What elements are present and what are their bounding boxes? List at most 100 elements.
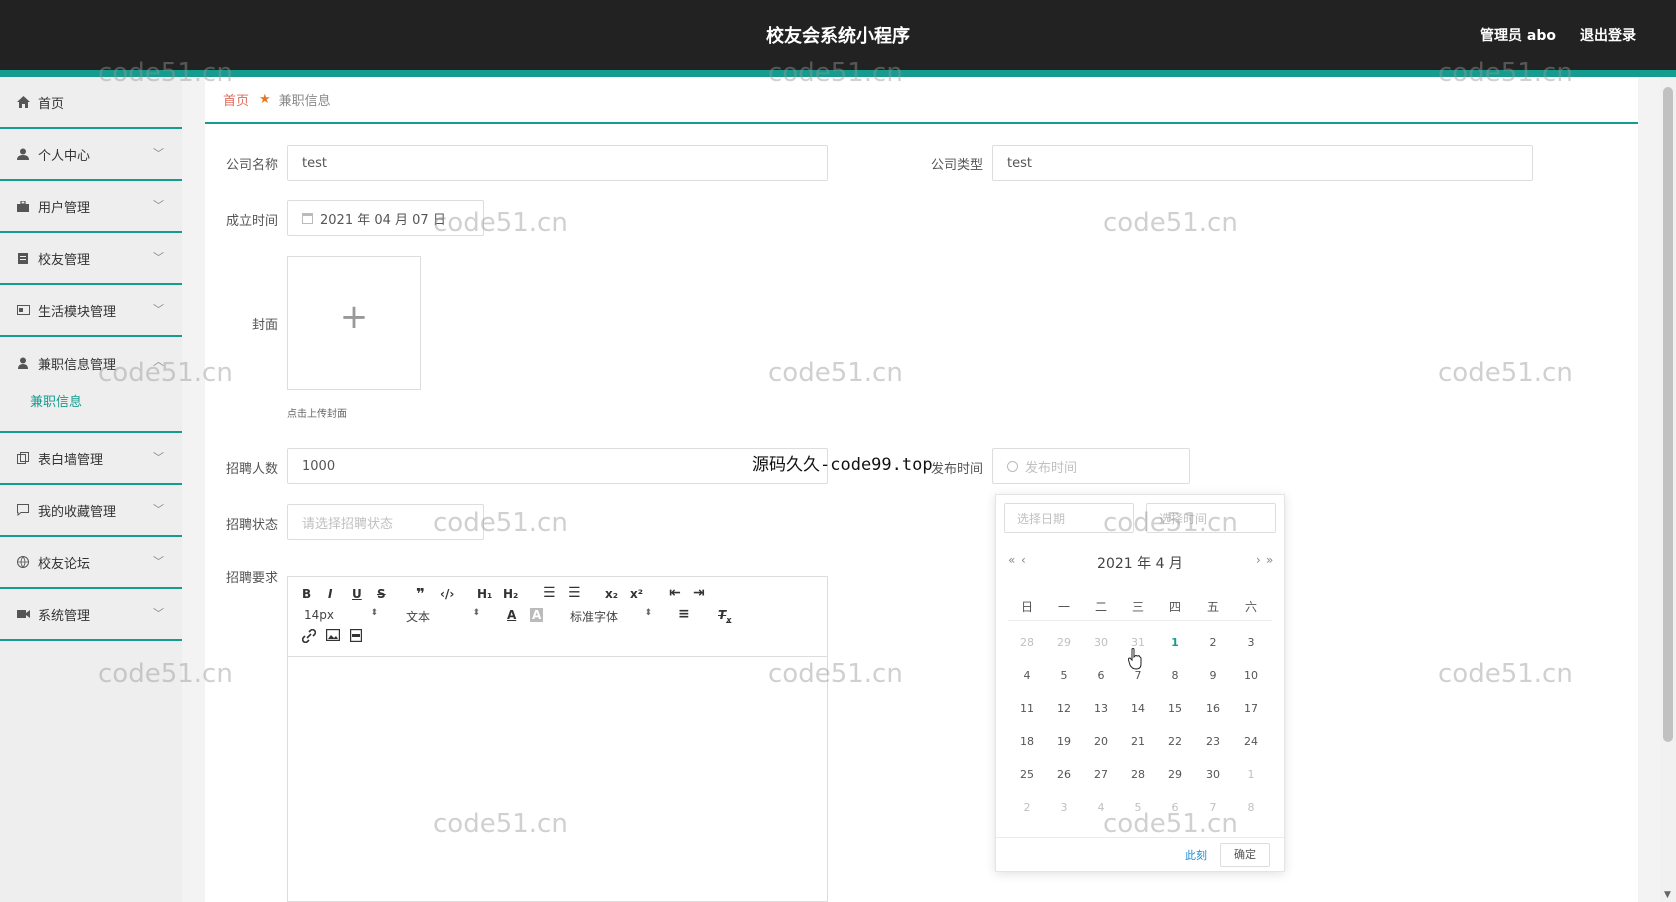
scrollbar-thumb[interactable] <box>1663 87 1673 742</box>
strike-icon[interactable]: S <box>377 587 386 601</box>
calendar-day[interactable]: 8 <box>1232 801 1270 814</box>
calendar-day[interactable]: 28 <box>1119 768 1157 781</box>
calendar-day[interactable]: 26 <box>1045 768 1083 781</box>
company-type-input[interactable]: test <box>992 145 1533 181</box>
align-icon[interactable]: ≡ <box>678 606 690 622</box>
calendar-day[interactable]: 15 <box>1156 702 1194 715</box>
scroll-down-icon[interactable]: ▼ <box>1664 890 1671 900</box>
sidebar-subitem-parttime-info[interactable]: 兼职信息 <box>0 389 182 433</box>
next-year-icon[interactable]: » <box>1266 553 1273 567</box>
calendar-day[interactable]: 4 <box>1008 669 1046 682</box>
publish-time-input[interactable]: 发布时间 <box>992 448 1190 484</box>
sidebar-item-home[interactable]: 首页 <box>0 77 182 129</box>
sidebar-item-confession-wall[interactable]: 表白墙管理 ﹀ <box>0 433 182 485</box>
copy-icon <box>16 451 30 465</box>
calendar-day[interactable]: 28 <box>1008 636 1046 649</box>
text-color-icon[interactable]: A <box>507 608 516 622</box>
calendar-day[interactable]: 13 <box>1082 702 1120 715</box>
calendar-day[interactable]: 17 <box>1232 702 1270 715</box>
next-month-icon[interactable]: › <box>1256 553 1261 567</box>
calendar-day[interactable]: 6 <box>1082 669 1120 682</box>
h1-icon[interactable]: H₁ <box>477 587 492 601</box>
clear-format-icon[interactable]: Tx <box>718 608 731 624</box>
calendar-day[interactable]: 5 <box>1119 801 1157 814</box>
calendar-day[interactable]: 1 <box>1232 768 1270 781</box>
calendar-day[interactable]: 30 <box>1082 636 1120 649</box>
calendar-day[interactable]: 30 <box>1194 768 1232 781</box>
breadcrumb-home[interactable]: 首页 <box>223 90 249 109</box>
bullet-list-icon[interactable]: ☰ <box>568 585 581 601</box>
founded-date-input[interactable]: 2021 年 04 月 07 日 <box>287 200 484 236</box>
calendar-day[interactable]: 2 <box>1194 636 1232 649</box>
font-family-select[interactable]: 标准字体 ⬍ <box>570 608 652 624</box>
sidebar-item-user-management[interactable]: 用户管理 ﹀ <box>0 181 182 233</box>
sidebar-item-personal-center[interactable]: 个人中心 ﹀ <box>0 129 182 181</box>
calendar-day[interactable]: 22 <box>1156 735 1194 748</box>
h2-icon[interactable]: H₂ <box>503 587 518 601</box>
logout-button[interactable]: 退出登录 <box>1580 25 1636 45</box>
sidebar-item-system-management[interactable]: 系统管理 ﹀ <box>0 589 182 641</box>
calendar-day[interactable]: 23 <box>1194 735 1232 748</box>
calendar-day[interactable]: 7 <box>1119 669 1157 682</box>
calendar-day[interactable]: 19 <box>1045 735 1083 748</box>
calendar-day[interactable]: 27 <box>1082 768 1120 781</box>
calendar-day[interactable]: 3 <box>1045 801 1083 814</box>
calendar-day[interactable]: 11 <box>1008 702 1046 715</box>
requirements-label: 招聘要求 <box>225 571 278 586</box>
sidebar-item-label: 校友管理 <box>38 252 91 268</box>
calendar-day[interactable]: 29 <box>1156 768 1194 781</box>
superscript-icon[interactable]: x² <box>630 587 643 601</box>
calendar-day[interactable]: 21 <box>1119 735 1157 748</box>
sidebar-item-life-module[interactable]: 生活模块管理 ﹀ <box>0 285 182 337</box>
calendar-day[interactable]: 4 <box>1082 801 1120 814</box>
calendar-day[interactable]: 5 <box>1045 669 1083 682</box>
font-size-select[interactable]: 14px ⬍ <box>304 608 378 624</box>
background-color-icon[interactable]: A <box>530 608 544 622</box>
top-bar: 校友会系统小程序 管理员 abo 退出登录 <box>0 0 1676 70</box>
image-icon[interactable] <box>325 628 341 644</box>
page-scrollbar[interactable]: ▼ <box>1660 77 1676 902</box>
cover-upload[interactable]: + <box>287 256 421 390</box>
sidebar-item-alumni-management[interactable]: 校友管理 ﹀ <box>0 233 182 285</box>
code-icon[interactable]: ‹/› <box>440 587 454 601</box>
calendar-day[interactable]: 10 <box>1232 669 1270 682</box>
bold-icon[interactable]: B <box>302 587 311 601</box>
calendar-day[interactable]: 24 <box>1232 735 1270 748</box>
text-type-select[interactable]: 文本 ⬍ <box>406 608 480 624</box>
subscript-icon[interactable]: x₂ <box>605 587 618 601</box>
weekday-label: 四 <box>1168 600 1181 614</box>
now-button[interactable]: 此刻 <box>1185 847 1207 863</box>
underline-icon[interactable]: U <box>352 587 362 601</box>
outdent-icon[interactable]: ⇤ <box>669 585 681 601</box>
calendar-day[interactable]: 25 <box>1008 768 1046 781</box>
quote-icon[interactable]: ❞ <box>416 585 425 603</box>
calendar-day[interactable]: 3 <box>1232 636 1270 649</box>
confirm-button[interactable]: 确定 <box>1220 843 1270 867</box>
picker-time-input[interactable]: 选择时间 <box>1146 503 1276 533</box>
sidebar-item-parttime-management[interactable]: 兼职信息管理 ︿ <box>0 337 182 389</box>
calendar-day[interactable]: 12 <box>1045 702 1083 715</box>
hand-cursor-icon <box>1128 648 1142 670</box>
calendar-day[interactable]: 6 <box>1156 801 1194 814</box>
sidebar-item-alumni-forum[interactable]: 校友论坛 ﹀ <box>0 537 182 589</box>
calendar-day[interactable]: 29 <box>1045 636 1083 649</box>
link-icon[interactable] <box>301 628 317 646</box>
calendar-day[interactable]: 8 <box>1156 669 1194 682</box>
recruit-status-select[interactable]: 请选择招聘状态 <box>287 504 484 540</box>
calendar-day[interactable]: 1 <box>1156 636 1194 649</box>
calendar-day[interactable]: 18 <box>1008 735 1046 748</box>
calendar-day[interactable]: 9 <box>1194 669 1232 682</box>
indent-icon[interactable]: ⇥ <box>693 585 705 601</box>
recruit-count-input[interactable]: 1000 <box>287 448 828 484</box>
calendar-day[interactable]: 7 <box>1194 801 1232 814</box>
calendar-day[interactable]: 14 <box>1119 702 1157 715</box>
calendar-day[interactable]: 20 <box>1082 735 1120 748</box>
calendar-day[interactable]: 2 <box>1008 801 1046 814</box>
sidebar-item-favorites[interactable]: 我的收藏管理 ﹀ <box>0 485 182 537</box>
calendar-day[interactable]: 16 <box>1194 702 1232 715</box>
ordered-list-icon[interactable]: ☰ <box>543 585 556 601</box>
picker-date-input[interactable]: 选择日期 <box>1004 503 1134 533</box>
italic-icon[interactable]: I <box>328 587 332 601</box>
company-name-input[interactable]: test <box>287 145 828 181</box>
video-embed-icon[interactable] <box>349 628 363 645</box>
